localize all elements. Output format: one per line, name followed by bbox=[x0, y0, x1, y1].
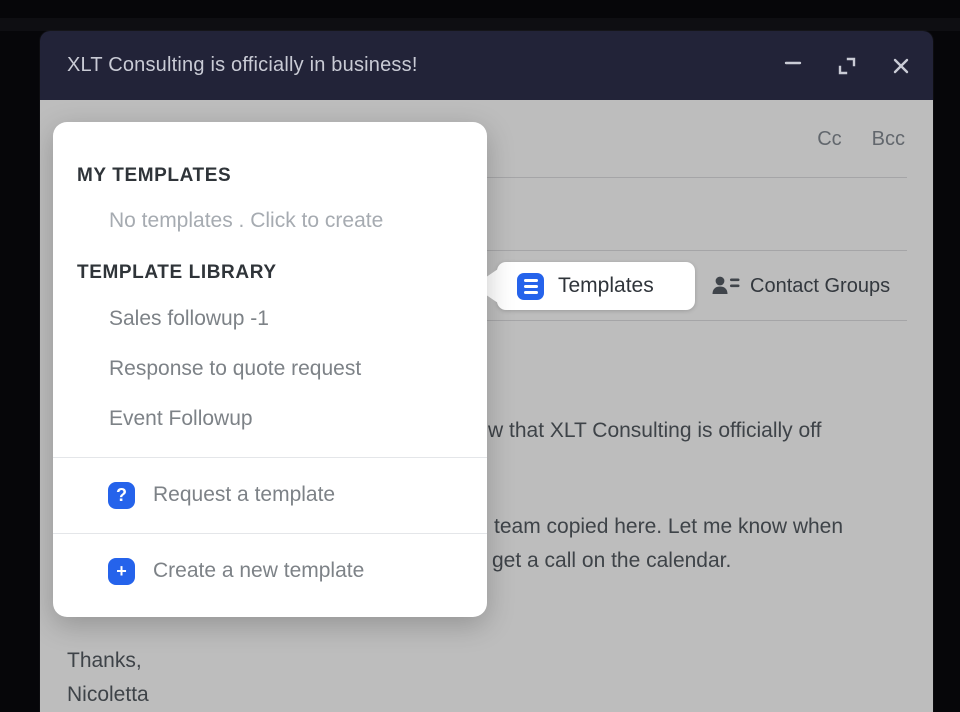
template-item-event-followup[interactable]: Event Followup bbox=[109, 407, 253, 431]
email-body-line: team copied here. Let me know when bbox=[494, 515, 843, 539]
compose-body-area: Cc Bcc Templates Contact Groups bbox=[40, 100, 933, 712]
contact-groups-icon bbox=[711, 273, 741, 299]
popover-divider bbox=[53, 457, 487, 458]
template-item-quote-response[interactable]: Response to quote request bbox=[109, 357, 361, 381]
no-templates-empty-state[interactable]: No templates . Click to create bbox=[109, 209, 383, 233]
template-library-header: TEMPLATE LIBRARY bbox=[77, 262, 277, 284]
background-page bbox=[0, 18, 960, 31]
contact-groups-label: Contact Groups bbox=[750, 275, 890, 298]
compose-subject-title: XLT Consulting is officially in business… bbox=[67, 54, 781, 77]
email-body-line: get a call on the calendar. bbox=[492, 549, 731, 573]
email-compose-window: XLT Consulting is officially in business… bbox=[40, 31, 933, 712]
email-body-line: w that XLT Consulting is officially off bbox=[488, 419, 821, 443]
template-document-icon bbox=[517, 273, 544, 300]
template-item-sales-followup[interactable]: Sales followup -1 bbox=[109, 307, 269, 331]
bcc-toggle[interactable]: Bcc bbox=[872, 128, 905, 151]
close-icon[interactable] bbox=[889, 54, 913, 78]
expand-icon[interactable] bbox=[835, 54, 859, 78]
create-template-label: Create a new template bbox=[153, 559, 364, 583]
my-templates-header: MY TEMPLATES bbox=[77, 165, 231, 187]
screen: XLT Consulting is officially in business… bbox=[0, 0, 960, 712]
email-signature: Thanks, Nicoletta bbox=[67, 644, 149, 712]
templates-button-label: Templates bbox=[558, 274, 654, 298]
signature-name: Nicoletta bbox=[67, 678, 149, 712]
request-template-action[interactable]: ? Request a template bbox=[53, 473, 487, 517]
popover-divider bbox=[53, 533, 487, 534]
contact-groups-button[interactable]: Contact Groups bbox=[711, 262, 890, 310]
templates-popover: MY TEMPLATES No templates . Click to cre… bbox=[53, 122, 487, 617]
cc-bcc-toggles: Cc Bcc bbox=[817, 128, 905, 151]
window-controls bbox=[781, 54, 913, 78]
cc-toggle[interactable]: Cc bbox=[817, 128, 841, 151]
create-template-action[interactable]: + Create a new template bbox=[53, 549, 487, 593]
question-mark-icon: ? bbox=[108, 482, 135, 509]
signature-closing: Thanks, bbox=[67, 644, 149, 678]
minimize-icon[interactable] bbox=[781, 54, 805, 78]
compose-titlebar: XLT Consulting is officially in business… bbox=[40, 31, 933, 100]
plus-icon: + bbox=[108, 558, 135, 585]
request-template-label: Request a template bbox=[153, 483, 335, 507]
templates-button[interactable]: Templates bbox=[497, 262, 695, 310]
